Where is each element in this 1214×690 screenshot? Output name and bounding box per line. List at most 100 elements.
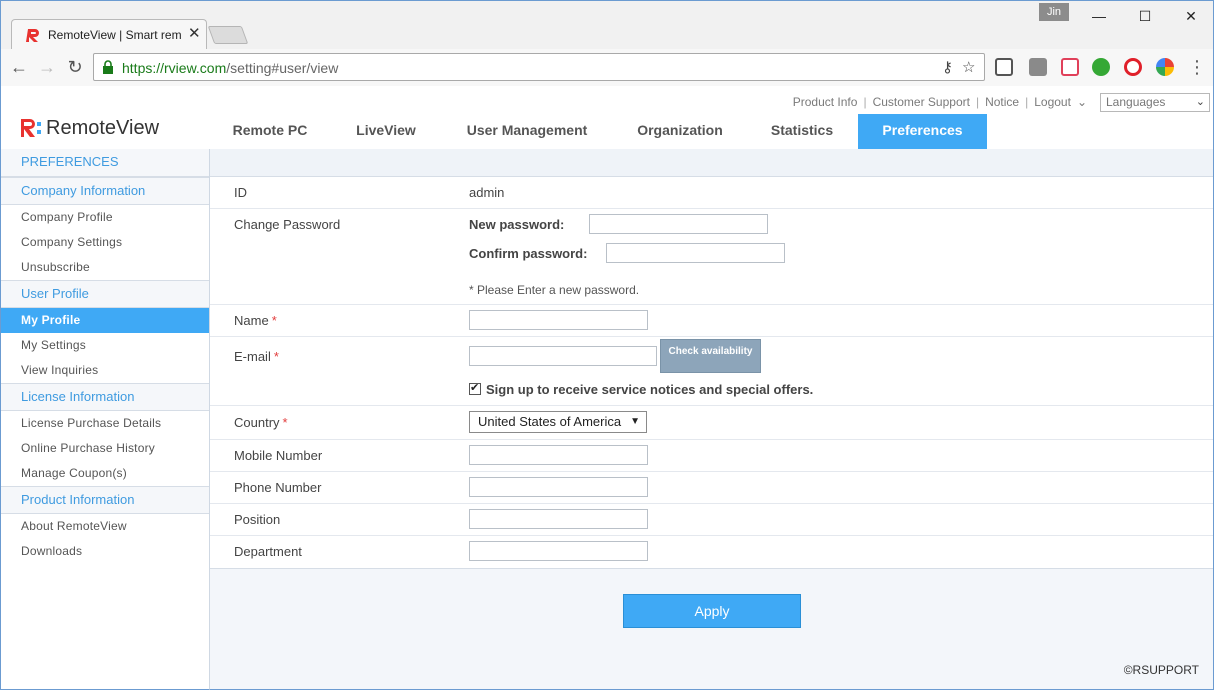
position-label: Position — [234, 512, 281, 527]
name-label-text: Name — [234, 313, 269, 328]
sidebar-item-downloads[interactable]: Downloads — [1, 539, 209, 564]
cast-icon[interactable] — [995, 58, 1013, 76]
sidebar-item-company-profile[interactable]: Company Profile — [1, 205, 209, 230]
name-input[interactable] — [469, 310, 648, 330]
mobile-label: Mobile Number — [234, 448, 323, 463]
logo-text: RemoteView — [46, 116, 160, 139]
dropdown-arrow-icon: ▼ — [630, 416, 640, 427]
sidebar-item-my-settings[interactable]: My Settings — [1, 333, 209, 358]
logo-r-icon — [21, 119, 41, 137]
extension-gray-icon[interactable] — [1029, 58, 1047, 76]
menu-kebab-icon[interactable]: ⋮ — [1187, 57, 1207, 77]
sidebar-item-manage-coupons[interactable]: Manage Coupon(s) — [1, 461, 209, 486]
sidebar-item-unsubscribe[interactable]: Unsubscribe — [1, 255, 209, 280]
row-department: Department — [210, 536, 1213, 569]
country-label: Country * — [234, 415, 288, 430]
profile-badge[interactable]: Jin — [1039, 3, 1069, 21]
tab-title: RemoteView | Smart rem — [48, 28, 182, 42]
sidebar-heading-license-information[interactable]: License Information — [1, 383, 209, 411]
nav-organization[interactable]: Organization — [615, 114, 745, 149]
sidebar-heading-product-information[interactable]: Product Information — [1, 486, 209, 514]
required-mark: * — [273, 349, 279, 364]
language-select[interactable]: Languages ⌄ — [1100, 93, 1210, 112]
google-extension-icon[interactable] — [1156, 58, 1174, 76]
key-icon[interactable]: ⚷ — [942, 58, 953, 76]
sidebar-heading-user-profile[interactable]: User Profile — [1, 280, 209, 308]
utility-links: Product Info | Customer Support | Notice | Log… — [792, 95, 1087, 109]
mobile-input[interactable] — [469, 445, 648, 465]
notice-link[interactable]: Notice — [985, 95, 1019, 109]
position-input[interactable] — [469, 509, 648, 529]
required-mark: * — [271, 313, 277, 328]
apply-button[interactable]: Apply — [623, 594, 801, 628]
email-label: E-mail * — [234, 349, 279, 364]
check-availability-button[interactable]: Check availability — [660, 339, 761, 373]
row-id: ID admin — [210, 177, 1213, 209]
id-label: ID — [234, 185, 247, 200]
browser-tab[interactable]: RemoteView | Smart rem ✕ — [11, 19, 207, 49]
required-mark: * — [282, 415, 288, 430]
opera-icon[interactable] — [1124, 58, 1142, 76]
row-email: E-mail* Check availability Sign up to re… — [210, 337, 1213, 406]
id-value: admin — [469, 185, 505, 200]
sidebar-item-about-remoteview[interactable]: About RemoteView — [1, 514, 209, 539]
sidebar-title: PREFERENCES — [1, 149, 209, 177]
sidebar-item-license-purchase-details[interactable]: License Purchase Details — [1, 411, 209, 436]
url-path: /setting#user/view — [226, 60, 339, 76]
phone-label: Phone Number — [234, 480, 322, 495]
product-info-link[interactable]: Product Info — [793, 95, 858, 109]
country-select[interactable]: United States of America ▼ — [469, 411, 647, 433]
new-password-input[interactable] — [589, 214, 768, 234]
bookmark-star-icon[interactable]: ☆ — [962, 58, 975, 76]
sidebar-item-online-purchase-history[interactable]: Online Purchase History — [1, 436, 209, 461]
remoteview-favicon-icon — [26, 29, 39, 42]
forward-icon[interactable]: → — [37, 57, 57, 77]
remoteview-logo[interactable]: RemoteView — [20, 116, 159, 140]
newsletter-checkbox[interactable] — [469, 381, 481, 395]
address-bar[interactable]: https://rview.com/setting#user/view ⚷ ☆ — [93, 53, 985, 81]
email-input[interactable] — [469, 346, 657, 366]
nav-statistics[interactable]: Statistics — [745, 114, 859, 149]
sidebar-item-view-inquiries[interactable]: View Inquiries — [1, 358, 209, 383]
nav-user-management[interactable]: User Management — [439, 114, 615, 149]
back-icon[interactable]: ← — [9, 57, 29, 77]
department-input[interactable] — [469, 541, 648, 561]
extension-leaf-icon[interactable] — [1092, 58, 1110, 76]
sidebar-heading-company-information[interactable]: Company Information — [1, 177, 209, 205]
maximize-icon[interactable]: ☐ — [1125, 5, 1165, 27]
nav-remote-pc[interactable]: Remote PC — [207, 114, 333, 149]
close-window-icon[interactable]: ✕ — [1171, 5, 1211, 27]
tab-close-icon[interactable]: ✕ — [188, 25, 201, 43]
sidebar-item-company-settings[interactable]: Company Settings — [1, 230, 209, 255]
select-caret-icon: ⌄ — [1195, 96, 1205, 108]
new-password-label: New password: — [469, 217, 565, 232]
change-password-label: Change Password — [234, 217, 341, 232]
nav-liveview[interactable]: LiveView — [333, 114, 439, 149]
extension-chat-icon[interactable] — [1061, 58, 1079, 76]
chevron-down-icon: ⌄ — [1076, 95, 1087, 109]
country-select-value: United States of America — [478, 414, 622, 429]
row-position: Position — [210, 504, 1213, 536]
sidebar-item-my-profile[interactable]: My Profile — [1, 308, 209, 333]
name-label: Name * — [234, 313, 277, 328]
lock-icon — [103, 60, 113, 74]
nav-preferences[interactable]: Preferences — [858, 114, 987, 149]
new-tab-button[interactable] — [207, 26, 249, 44]
site-header: Product Info | Customer Support | Notice | Log… — [0, 86, 1214, 149]
reload-icon[interactable]: ↻ — [65, 57, 85, 77]
profile-form: ID admin Change Password New password: C… — [210, 177, 1213, 569]
browser-toolbar: ← → ↻ https://rview.com/setting#user/vie… — [1, 49, 1213, 87]
row-mobile: Mobile Number — [210, 440, 1213, 472]
browser-chrome: RemoteView | Smart rem ✕ Jin — ☐ ✕ ← → ↻… — [0, 0, 1214, 87]
minimize-icon[interactable]: — — [1079, 5, 1119, 27]
phone-input[interactable] — [469, 477, 648, 497]
newsletter-label: Sign up to receive service notices and s… — [486, 382, 814, 397]
content-top-bar — [210, 149, 1213, 177]
main-content: ID admin Change Password New password: C… — [210, 149, 1214, 690]
logout-link[interactable]: Logout — [1034, 95, 1071, 109]
row-change-password: Change Password New password: Confirm pa… — [210, 209, 1213, 305]
confirm-password-input[interactable] — [606, 243, 785, 263]
language-select-value: Languages — [1106, 95, 1166, 109]
url-host: https://rview.com — [122, 60, 227, 76]
customer-support-link[interactable]: Customer Support — [873, 95, 970, 109]
